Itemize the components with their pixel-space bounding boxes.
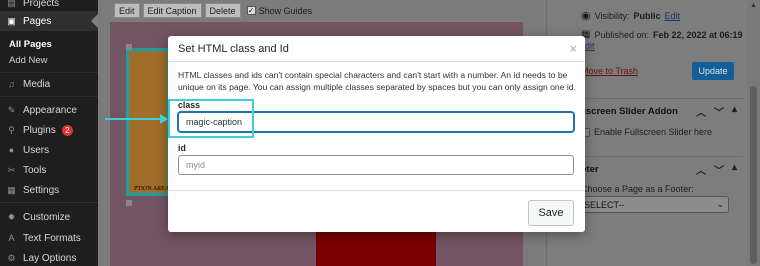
published-label: Published on: (594, 29, 649, 40)
red-element[interactable] (316, 230, 436, 266)
dialog-header: Set HTML class and Id × (168, 36, 585, 62)
dialog-description: HTML classes and ids can't contain speci… (178, 70, 576, 92)
sidebar-item-label: Media (23, 78, 51, 90)
eye-icon: ◉ (581, 10, 591, 22)
sidebar-item-plugins[interactable]: ⚲ Plugins 2 (0, 120, 98, 140)
sidebar-item-label: Appearance (23, 104, 77, 116)
published-row: ▦ Published on: Feb 22, 2022 at 06:19 (581, 29, 743, 40)
dialog-footer (168, 190, 585, 232)
sidebar-item-customize[interactable]: ✹ Customize (0, 207, 98, 227)
sidebar-item-pages[interactable]: ▣ Pages (0, 11, 98, 31)
visibility-value: Public (633, 10, 661, 21)
visibility-edit-link[interactable]: Edit (664, 11, 680, 21)
scroll-up-icon[interactable]: ▲ (750, 2, 757, 9)
sidebar-separator (0, 96, 98, 97)
users-icon: ● (8, 145, 15, 155)
sidebar-item-settings[interactable]: ▦ Settings (0, 180, 98, 200)
scrollbar[interactable]: ▲ (747, 0, 760, 266)
chevron-down-icon[interactable]: ﹀ (714, 162, 724, 177)
caption-area-text: PTION AREA (134, 186, 170, 192)
sidebar-item-text-formats[interactable]: A Text Formats (0, 228, 98, 248)
show-guides-toggle[interactable]: ✓ Show Guides (246, 5, 313, 16)
element-toolbar: Edit Edit Caption Delete ✓ Show Guides (114, 3, 312, 18)
collapse-arrow-icon[interactable]: ▴ (732, 162, 737, 177)
admin-sidebar: ▤ Projects ▣ Pages All Pages Add New ♫ M… (0, 0, 98, 266)
settings-icon: ▦ (7, 184, 16, 195)
delete-button[interactable]: Delete (204, 3, 241, 18)
text-format-icon: A (8, 233, 15, 243)
sidebar-item-label: Customize (23, 211, 71, 223)
show-guides-label: Show Guides (258, 5, 313, 16)
annotation-highlight-box (168, 99, 254, 138)
chevron-up-icon[interactable]: ︿ (696, 104, 706, 119)
sidebar-item-label: Pages (23, 15, 52, 27)
sidebar-item-label: Tools (23, 164, 47, 176)
chevron-down-icon: ⌄ (716, 199, 724, 209)
visibility-row: ◉ Visibility: Public Edit (581, 9, 680, 22)
footer-choose-label: Choose a Page as a Footer: (581, 184, 694, 194)
sidebar-item-users[interactable]: ● Users (0, 140, 98, 160)
sidebar-separator (0, 202, 98, 203)
media-icon: ♫ (8, 79, 15, 89)
id-label: id (178, 143, 186, 153)
collapse-arrow-icon[interactable]: ▴ (732, 104, 737, 119)
sidebar-subitem-add-new[interactable]: Add New (0, 55, 98, 66)
plugin-icon: ⚲ (8, 124, 15, 135)
edit-button[interactable]: Edit (114, 3, 140, 18)
fullscreen-addon-title: Fullscreen Slider Addon (569, 105, 678, 117)
sidebar-item-lay-options[interactable]: ⚙ Lay Options (0, 248, 98, 266)
sidebar-subitem-all-pages[interactable]: All Pages (0, 39, 98, 50)
current-menu-arrow (91, 14, 98, 28)
edit-caption-button[interactable]: Edit Caption (142, 3, 202, 18)
resize-handle[interactable] (126, 44, 132, 50)
gear-icon: ✹ (7, 211, 16, 222)
scrollbar-thumb[interactable] (750, 86, 757, 264)
fullscreen-enable-label: Enable Fullscreen Slider here (594, 127, 713, 137)
sidebar-item-label: Plugins (23, 124, 56, 136)
pages-icon: ▣ (7, 15, 16, 26)
published-edit-link[interactable]: dit (585, 41, 595, 51)
close-icon[interactable]: × (569, 41, 577, 56)
annotation-arrow-head (160, 114, 168, 124)
sidebar-item-label: Users (23, 144, 50, 156)
box-controls: ︿ ﹀ ▴ (696, 104, 737, 119)
annotation-arrow-line (105, 118, 163, 120)
plugins-update-badge: 2 (61, 124, 73, 136)
chevron-down-icon[interactable]: ﹀ (714, 104, 724, 119)
fullscreen-enable-row[interactable]: Enable Fullscreen Slider here (581, 127, 712, 137)
show-guides-checkbox[interactable]: ✓ (246, 6, 256, 15)
gear-icon: ⚙ (7, 252, 16, 263)
sidebar-separator (0, 72, 98, 73)
box-controls: ︿ ﹀ ▴ (696, 162, 737, 177)
dialog-title: Set HTML class and Id (178, 43, 289, 55)
sidebar-item-label: Lay Options (23, 252, 77, 264)
published-date: Feb 22, 2022 at 06:19 (653, 29, 743, 40)
published-edit-row: dit (585, 41, 595, 51)
sidebar-item-label: Text Formats (23, 232, 81, 244)
sidebar-item-label: Projects (23, 0, 60, 9)
sidebar-item-appearance[interactable]: ✎ Appearance (0, 100, 98, 120)
id-input[interactable] (178, 155, 574, 175)
sidebar-item-media[interactable]: ♫ Media (0, 74, 98, 94)
trash-row: Move to Trash (581, 66, 638, 76)
paintbrush-icon: ✎ (7, 104, 16, 115)
sidebar-item-tools[interactable]: ✂ Tools (0, 160, 98, 180)
update-button[interactable]: Update (692, 62, 734, 80)
sidebar-item-label: Settings (23, 184, 60, 196)
save-button[interactable]: Save (528, 200, 574, 226)
visibility-label: Visibility: (594, 10, 630, 21)
wrench-icon: ✂ (7, 164, 16, 175)
resize-handle[interactable] (126, 200, 132, 206)
chevron-up-icon[interactable]: ︿ (696, 162, 706, 177)
footer-page-select[interactable]: --SELECT-- ⌄ (571, 196, 729, 213)
footer-choose-row: Choose a Page as a Footer: (581, 184, 694, 194)
move-to-trash-link[interactable]: Move to Trash (581, 66, 638, 76)
projects-icon: ▤ (7, 0, 16, 8)
